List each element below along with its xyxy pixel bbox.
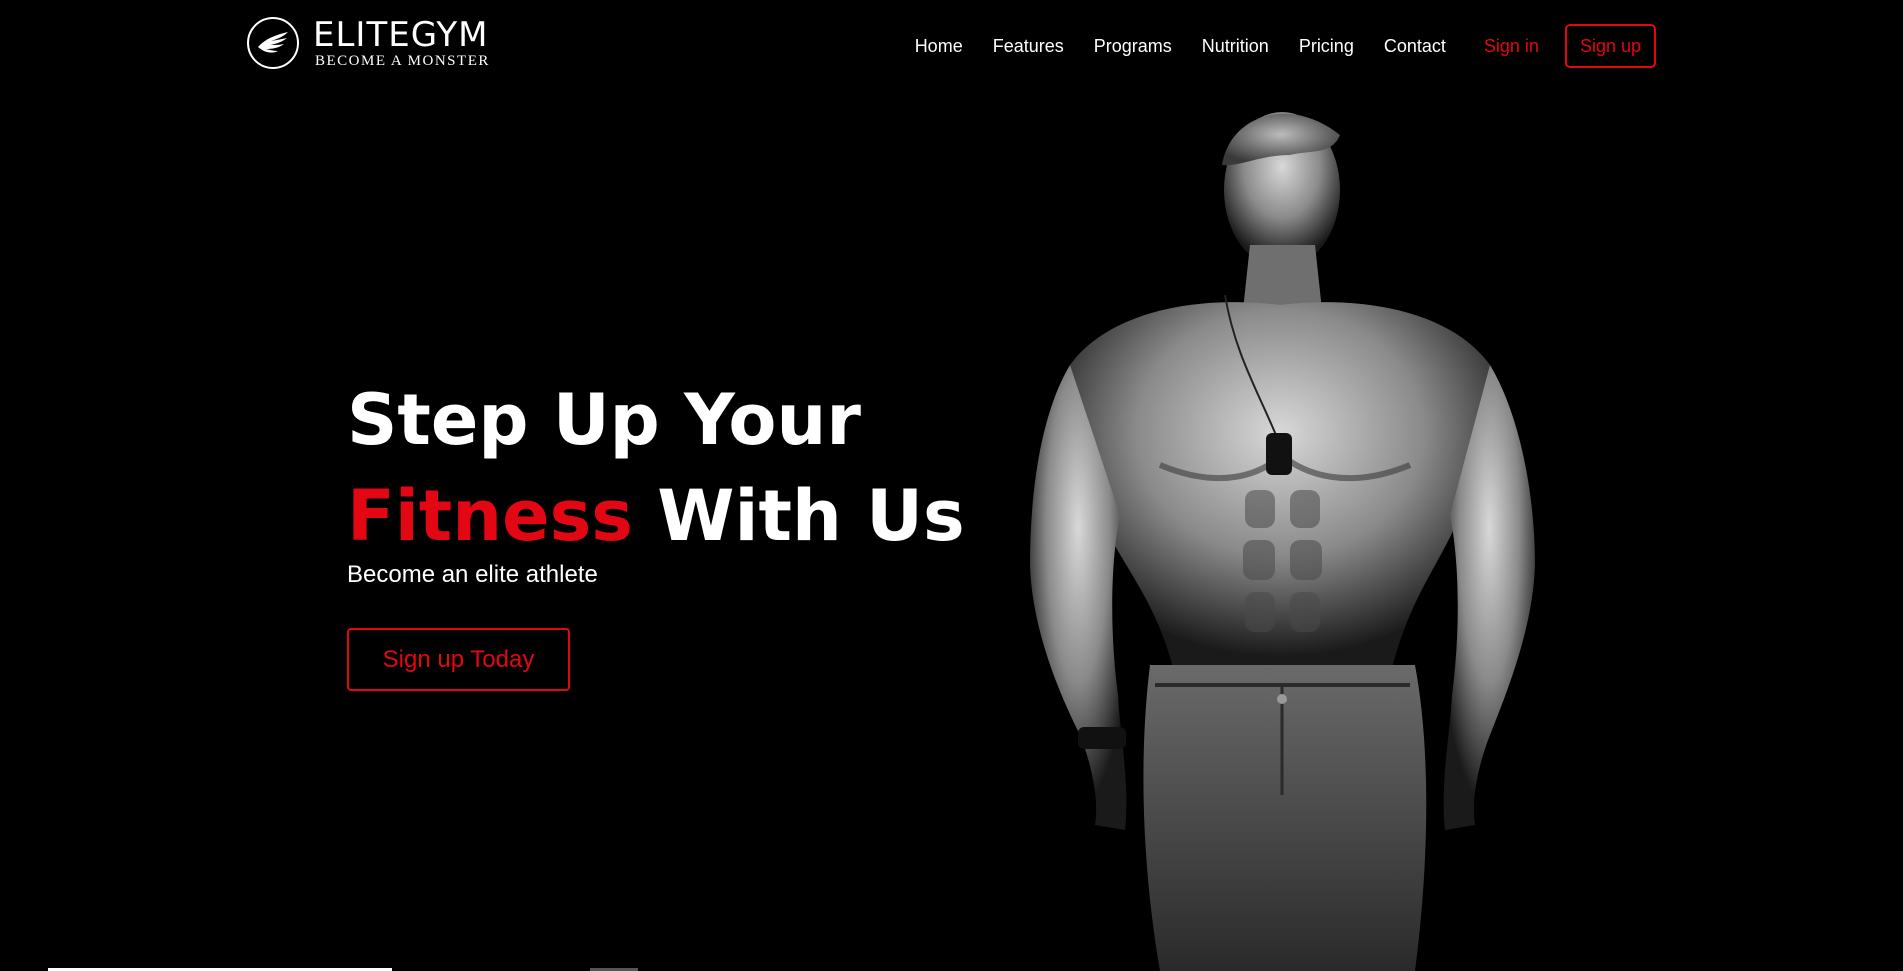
wing-icon <box>247 17 299 69</box>
nav-link-features[interactable]: Features <box>993 36 1064 57</box>
hero-title-rest: With Us <box>632 475 965 557</box>
nav-link-home[interactable]: Home <box>915 36 963 57</box>
hero-athlete-image <box>960 95 1560 971</box>
hero-title-line1: Step Up Your <box>347 379 861 461</box>
hero-title-accent: Fitness <box>347 475 633 557</box>
signup-today-button[interactable]: Sign up Today <box>347 628 570 691</box>
brand-text: ELITEGYM BECOME A MONSTER <box>313 17 490 69</box>
nav-link-pricing[interactable]: Pricing <box>1299 36 1354 57</box>
signin-link[interactable]: Sign in <box>1484 36 1539 57</box>
signup-button[interactable]: Sign up <box>1564 24 1656 68</box>
hero-title-line2: Fitness With Us <box>347 468 965 564</box>
brand-logo[interactable]: ELITEGYM BECOME A MONSTER <box>247 17 490 69</box>
page: ELITEGYM BECOME A MONSTER Home Features … <box>0 0 1903 971</box>
nav-link-nutrition[interactable]: Nutrition <box>1202 36 1269 57</box>
nav-link-programs[interactable]: Programs <box>1094 36 1172 57</box>
main-nav: Home Features Programs Nutrition Pricing… <box>885 24 1656 68</box>
brand-name: ELITEGYM <box>313 15 489 55</box>
hero-text-block: Step Up Your Fitness With Us Become an e… <box>347 372 965 590</box>
brand-tagline: BECOME A MONSTER <box>315 53 490 69</box>
nav-link-contact[interactable]: Contact <box>1384 36 1446 57</box>
hero-subtitle: Become an elite athlete <box>347 561 598 588</box>
